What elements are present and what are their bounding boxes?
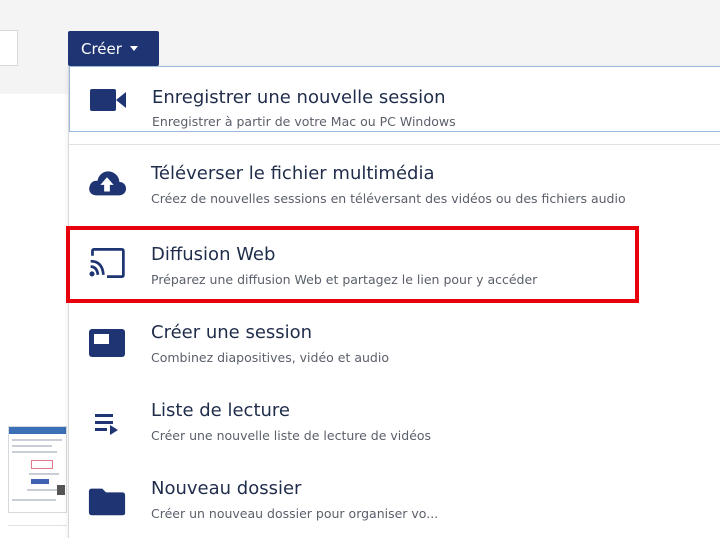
thumbnail-box: [31, 460, 53, 469]
create-button[interactable]: Créer: [68, 31, 159, 66]
video-camera-icon: [88, 83, 128, 117]
thumbnail-block: [57, 485, 65, 495]
menu-item-webcast[interactable]: Diffusion Web Préparez une diffusion Web…: [69, 226, 720, 304]
menu-item-description: Créer une nouvelle liste de lecture de v…: [151, 428, 432, 443]
menu-item-create-session[interactable]: Créer une session Combinez diapositives,…: [69, 304, 720, 384]
menu-item-description: Créez de nouvelles sessions en téléversa…: [151, 191, 626, 206]
thumbnail-line: [12, 445, 52, 447]
create-button-label: Créer: [81, 39, 122, 58]
menu-item-title: Diffusion Web: [151, 244, 276, 265]
cloud-upload-icon: [87, 165, 127, 199]
menu-item-title: Téléverser le fichier multimédia: [151, 163, 435, 184]
menu-item-new-folder[interactable]: Nouveau dossier Créer un nouveau dossier…: [69, 464, 720, 538]
thumbnail-header: [9, 427, 66, 434]
menu-item-title: Enregistrer une nouvelle session: [152, 87, 446, 108]
menu-item-upload-media[interactable]: Téléverser le fichier multimédia Créez d…: [69, 145, 720, 215]
menu-item-description: Combinez diapositives, vidéo et audio: [151, 350, 389, 365]
cast-icon: [87, 246, 127, 280]
menu-item-description: Préparez une diffusion Web et partagez l…: [151, 272, 538, 287]
divider: [8, 525, 67, 526]
menu-item-title: Liste de lecture: [151, 400, 290, 421]
menu-item-record-session[interactable]: Enregistrer une nouvelle session Enregis…: [69, 66, 720, 132]
session-thumbnail[interactable]: [8, 426, 67, 513]
search-field[interactable]: [0, 30, 18, 66]
menu-item-description: Créer un nouveau dossier pour organiser …: [151, 506, 439, 521]
caret-down-icon: [129, 46, 138, 51]
thumbnail-bar: [31, 479, 49, 484]
menu-item-description: Enregistrer à partir de votre Mac ou PC …: [152, 114, 456, 129]
thumbnail-line: [12, 451, 57, 453]
menu-item-title: Créer une session: [151, 322, 313, 343]
thumbnail-line: [12, 499, 56, 501]
menu-item-title: Nouveau dossier: [151, 478, 302, 499]
session-icon: [87, 326, 127, 360]
playlist-icon: [87, 406, 127, 440]
thumbnail-line: [12, 439, 62, 441]
menu-item-playlist[interactable]: Liste de lecture Créer une nouvelle list…: [69, 384, 720, 464]
create-dropdown-menu: Enregistrer une nouvelle session Enregis…: [68, 66, 720, 538]
thumbnail-line: [29, 473, 59, 475]
folder-icon: [87, 484, 127, 518]
